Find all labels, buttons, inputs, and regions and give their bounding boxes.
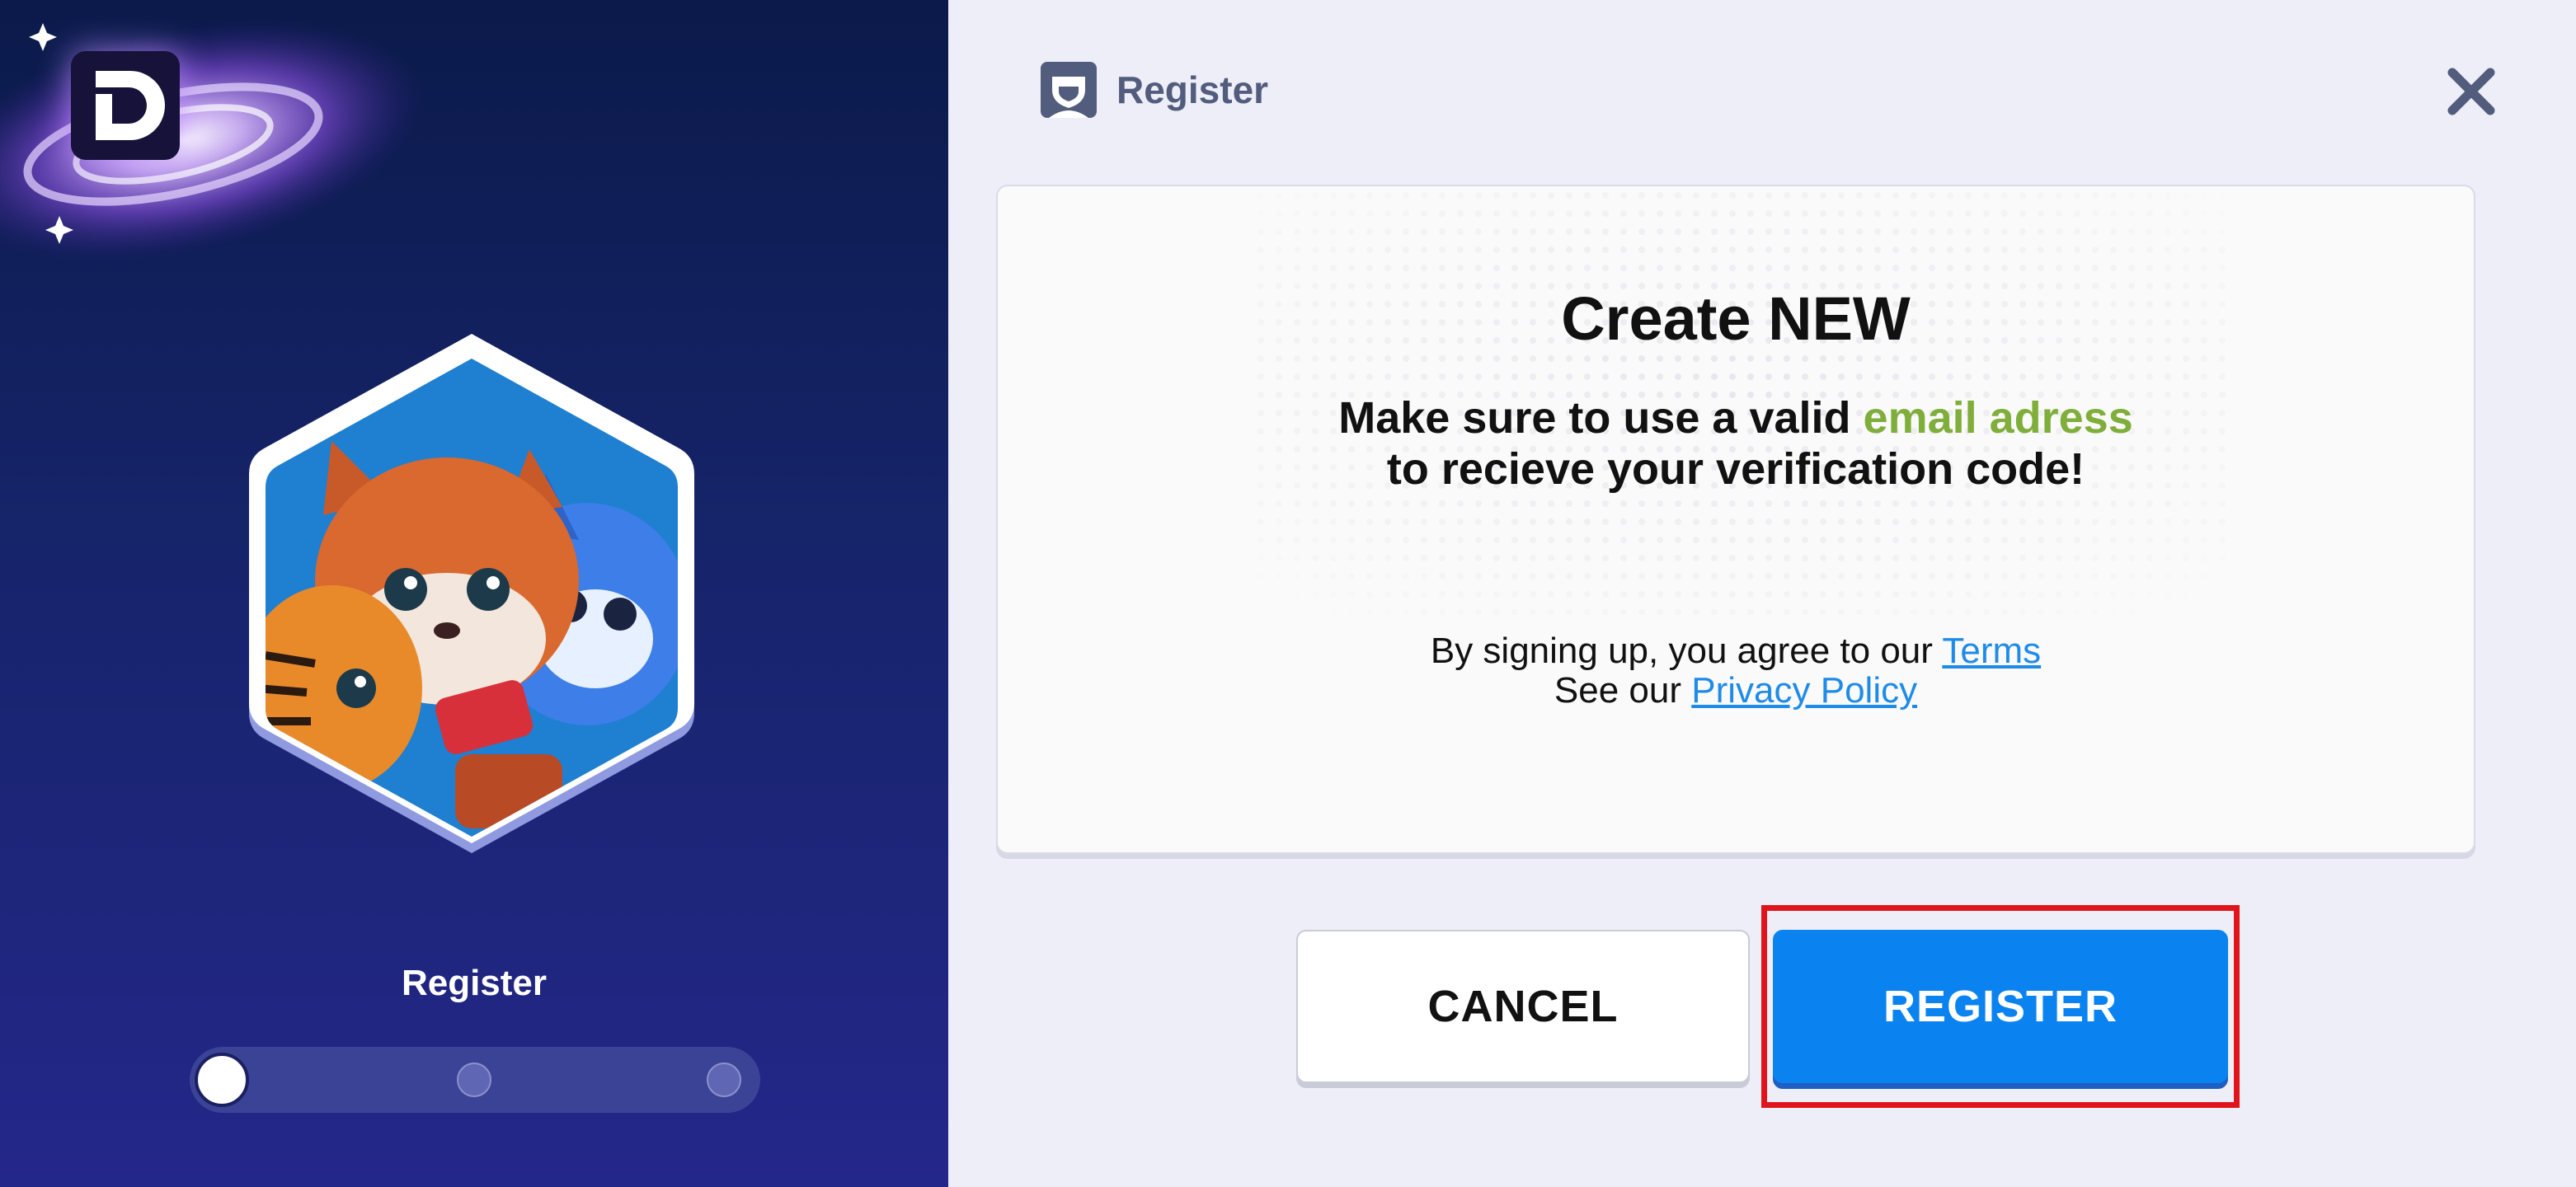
step-indicator-active	[195, 1053, 249, 1107]
card-subtitle: Make sure to use a valid email adress to…	[998, 392, 2474, 495]
register-avatar-icon	[1041, 62, 1097, 118]
privacy-prefix: See our	[1554, 670, 1692, 711]
sidebar-title: Register	[401, 963, 548, 1003]
close-icon	[2447, 68, 2495, 115]
terms-notice: By signing up, you agree to our Terms Se…	[998, 631, 2474, 711]
privacy-policy-link[interactable]: Privacy Policy	[1691, 670, 1917, 711]
step-indicator	[707, 1063, 741, 1097]
dialog-title: Register	[1116, 68, 1269, 111]
annotation-highlight-box	[1761, 905, 2240, 1108]
email-address-highlight: email adress	[1863, 393, 2133, 443]
terms-link[interactable]: Terms	[1942, 631, 2041, 671]
card-title: Create NEW	[1561, 284, 1911, 353]
terms-prefix: By signing up, you agree to our	[1430, 631, 1943, 671]
galaxy-decoration	[0, 19, 425, 261]
step-indicator	[457, 1063, 491, 1097]
left-panel: Register	[0, 0, 948, 1187]
subtitle-text-line2: to recieve your verification code!	[1386, 444, 2085, 494]
dialog-header: Register	[1041, 61, 1268, 119]
info-card: Create NEW Make sure to use a valid emai…	[996, 185, 2475, 854]
id-logo-icon	[71, 51, 180, 160]
character-illustration	[233, 326, 711, 870]
subtitle-text: Make sure to use a valid	[1338, 393, 1864, 443]
step-progress-bar	[190, 1047, 760, 1113]
cancel-button[interactable]: CANCEL	[1296, 930, 1750, 1083]
close-button[interactable]	[2444, 64, 2498, 119]
